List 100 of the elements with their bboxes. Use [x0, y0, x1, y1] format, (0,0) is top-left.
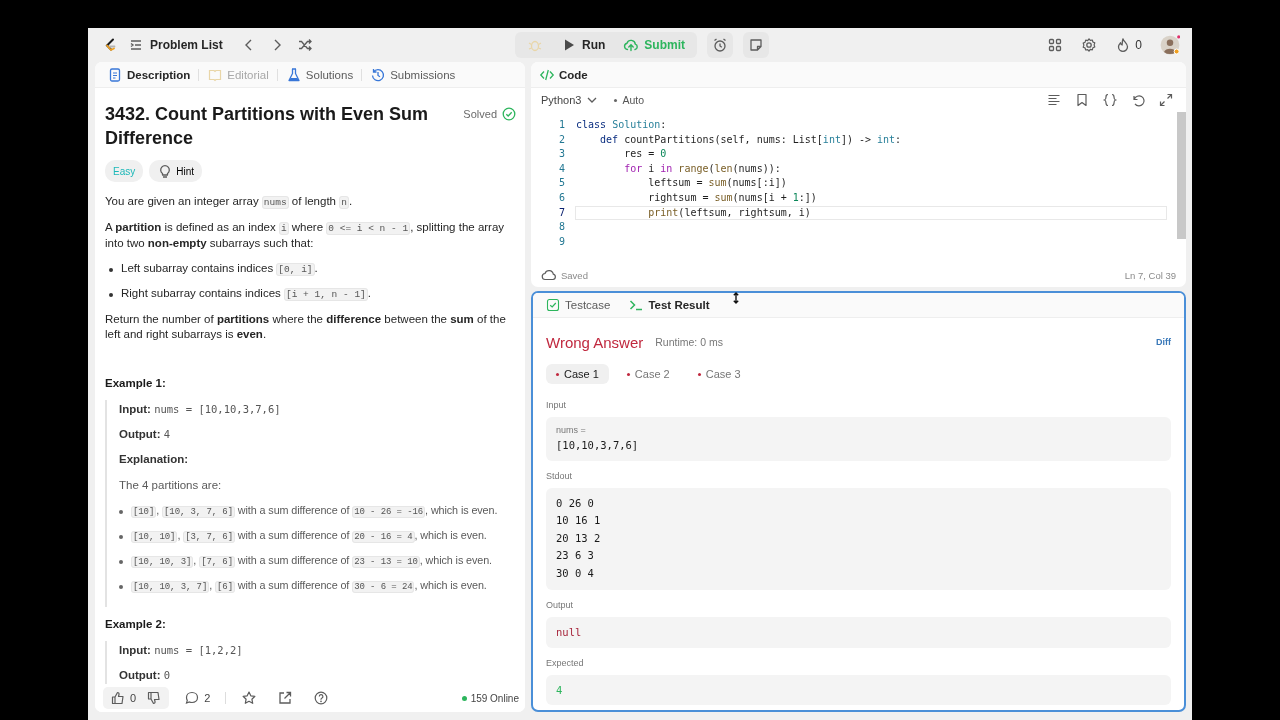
thumbs-down-icon [146, 690, 163, 706]
line-number: 7 [558, 205, 565, 220]
share-icon [277, 690, 294, 706]
difficulty-tag: Easy [105, 160, 144, 182]
code-line: rightsum = sum(nums[i + 1:]) [647, 190, 818, 205]
cloud-icon [541, 267, 557, 283]
expected-value: 4 [556, 682, 564, 697]
document-icon [107, 66, 123, 83]
output-value: null [556, 625, 583, 640]
bullet-icon [119, 585, 123, 589]
problem-title: 3432. Count Partitions with Even Sum Difference [105, 103, 430, 150]
braces-icon [1102, 92, 1118, 108]
line-number: 1 [558, 118, 565, 132]
paragraph: Return the number of partitions where the difference between the sum of the left and right subarrays is even. [105, 312, 507, 342]
cloud-upload-icon [623, 37, 640, 53]
online-count: 159 Online [470, 692, 519, 704]
parameter-name: nums = [556, 425, 587, 435]
stdout-line: 20 13 2 [556, 530, 602, 545]
paragraph: Output: 0 [119, 668, 172, 683]
stdout-line: 23 6 3 [556, 548, 595, 563]
example-heading: Example 1: [105, 376, 167, 391]
avatar-icon [1160, 35, 1180, 55]
code-line: leftsum = sum(nums[:i]) [647, 176, 788, 191]
shuffle-icon [296, 37, 313, 53]
line-number: 5 [558, 176, 565, 191]
section-label: Input [546, 400, 568, 410]
tab[interactable]: Submissions [366, 64, 460, 85]
line-number: 6 [558, 190, 565, 205]
help-icon [313, 690, 330, 706]
bullet-icon [119, 535, 123, 539]
comment-icon [184, 690, 201, 706]
expand-icon [1158, 92, 1174, 108]
stdout-line: 0 26 0 [556, 495, 595, 510]
status-dot [461, 695, 467, 701]
solved-label: Solved [463, 106, 497, 122]
star-icon [241, 690, 258, 706]
hint-button[interactable]: Hint [149, 160, 203, 182]
alarm-clock-icon [712, 37, 728, 53]
paragraph: Input: nums = [1,2,2] [119, 643, 244, 658]
run-button[interactable]: Run [553, 33, 614, 57]
profile-button[interactable] [1158, 33, 1182, 57]
history-icon [370, 66, 387, 83]
problem-list-button[interactable]: Problem List [126, 35, 225, 55]
align-icon [1046, 92, 1062, 108]
dot-icon [614, 98, 618, 102]
code-line: def countPartitions(self, nums: List[int]) -> int: [599, 132, 903, 147]
line-number: 4 [558, 161, 565, 176]
cursor-position: Ln 7, Col 39 [1124, 269, 1176, 281]
comments-button[interactable]: 2 [179, 690, 216, 706]
stdout-line: 10 16 1 [556, 513, 602, 528]
tab[interactable]: Solutions [281, 64, 358, 85]
list-icon [128, 37, 144, 53]
bullet-icon [109, 293, 113, 297]
tab[interactable]: Testcase [541, 295, 615, 315]
paragraph: Input: nums = [10,10,3,7,6] [119, 402, 282, 417]
diff-button[interactable]: Diff [1156, 337, 1171, 347]
bullet-icon [119, 510, 123, 514]
checkbox-icon [545, 297, 561, 313]
note-icon [748, 37, 764, 53]
paragraph: Output: 4 [119, 427, 172, 442]
tab[interactable]: Description [103, 64, 195, 85]
runtime: Runtime: 0 ms [655, 336, 723, 348]
saved-status: Saved [561, 269, 588, 281]
undo-icon [1130, 92, 1146, 108]
section-label: Expected [546, 657, 585, 668]
grid-icon [1047, 37, 1064, 53]
paragraph: The 4 partitions are: [119, 478, 223, 493]
scrollbar[interactable] [1177, 112, 1186, 239]
check-circle-icon [501, 106, 517, 122]
tab[interactable]: Test Result [624, 295, 714, 315]
line-number: 3 [558, 147, 565, 162]
thumbs-up-icon [110, 690, 126, 706]
line-number: 2 [558, 132, 565, 147]
settings-icon [1081, 37, 1098, 53]
code-line: res = 0 [623, 147, 668, 162]
example-heading: Example 2: [105, 617, 167, 632]
flask-icon [285, 66, 302, 83]
parameter-value: [10,10,3,7,6] [556, 438, 640, 453]
line-number: 8 [558, 220, 565, 235]
bullet-icon [119, 560, 123, 564]
case-tab[interactable]: Case 2 [616, 364, 680, 384]
code-line: class Solution: [575, 118, 668, 132]
panel-title: Code [559, 68, 588, 81]
case-tab[interactable]: Case 1 [546, 364, 609, 384]
notes-button[interactable] [743, 32, 769, 58]
case-tab[interactable]: Case 3 [687, 364, 751, 384]
bookmark-icon [1074, 92, 1090, 108]
mode-label: Auto [622, 94, 644, 106]
section-label: Stdout [546, 470, 574, 481]
line-number: 9 [558, 234, 565, 249]
code-line: for i in range(len(nums)): [623, 161, 782, 176]
section-label: Output [546, 600, 575, 610]
streak-button[interactable]: 0 [1113, 35, 1144, 55]
verdict: Wrong Answer [546, 333, 644, 351]
language-dropdown[interactable]: Python3 [541, 92, 601, 108]
stdout-line: 30 0 4 [556, 565, 595, 580]
timer-button[interactable] [707, 32, 733, 58]
bullet-icon [109, 268, 113, 272]
explanation-label: Explanation: [119, 452, 189, 467]
like-button[interactable]: 0 [105, 690, 142, 706]
